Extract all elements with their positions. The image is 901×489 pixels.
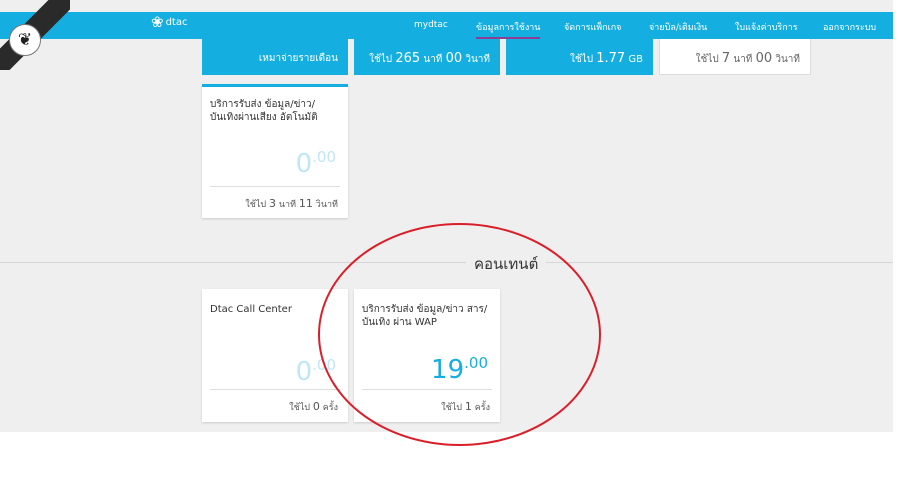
usage-seconds-unit: วินาที xyxy=(775,54,800,65)
usage-minutes-unit: นาที xyxy=(423,54,443,65)
amount-decimal: .00 xyxy=(312,356,336,374)
nav-pay-topup[interactable]: จ่ายบิล/เติมเงิน xyxy=(649,20,707,34)
usage-seconds-unit: วินาที xyxy=(315,200,338,210)
card-title: บริการรับส่ง ข้อมูล/ข่าว/บันเทิงผ่านเสีย… xyxy=(210,99,318,123)
usage-prefix: ใช้ไป xyxy=(245,200,267,210)
card-amount: 0.00 xyxy=(295,356,336,387)
usage-prefix: ใช้ไป xyxy=(369,54,393,65)
usage-minutes: 7 xyxy=(721,51,731,66)
mourning-ribbon-icon: ❦ xyxy=(17,29,33,50)
nav-logout[interactable]: ออกจากระบบ xyxy=(823,20,876,34)
voice-usage-text: ใช้ไป 265 นาที 00 วินาที xyxy=(369,51,490,67)
card-divider xyxy=(362,389,492,390)
nav-usage-info[interactable]: ข้อมูลการใช้งาน xyxy=(476,20,541,39)
other-voice-usage-text: ใช้ไป 7 นาที 00 วินาที xyxy=(696,51,800,67)
usage-minutes: 265 xyxy=(395,51,421,66)
card-divider xyxy=(210,389,340,390)
nav-invoice[interactable]: ใบแจ้งค่าบริการ xyxy=(735,20,798,34)
usage-count: 0 xyxy=(312,400,320,413)
usage-minutes-unit: นาที xyxy=(278,200,297,210)
auto-voice-info-card[interactable]: บริการรับส่ง ข้อมูล/ข่าว/บันเทิงผ่านเสีย… xyxy=(202,84,348,218)
amount-integer: 19 xyxy=(431,355,465,385)
dtac-logo[interactable]: ❀ dtac xyxy=(151,15,187,30)
mourning-badge: ❦ xyxy=(9,24,41,56)
card-usage: ใช้ไป 0 ครั้ง xyxy=(289,400,338,414)
usage-seconds: 11 xyxy=(298,197,313,210)
card-amount: 19.00 xyxy=(431,354,488,385)
usage-minutes-unit: นาที xyxy=(733,54,753,65)
card-amount: 0.00 xyxy=(295,148,336,179)
card-divider xyxy=(210,186,340,187)
amount-decimal: .00 xyxy=(464,354,488,372)
usage-count: 1 xyxy=(464,400,472,413)
usage-minutes: 3 xyxy=(269,197,277,210)
section-divider xyxy=(0,262,893,263)
call-center-card[interactable]: Dtac Call Center 0.00 ใช้ไป 0 ครั้ง xyxy=(202,289,348,422)
package-monthly-card[interactable]: เหมาจ่ายรายเดือน xyxy=(202,39,348,75)
usage-prefix: ใช้ไป xyxy=(441,403,462,413)
usage-prefix: ใช้ไป xyxy=(289,403,310,413)
usage-count-unit: ครั้ง xyxy=(474,403,490,413)
usage-seconds: 00 xyxy=(445,51,463,66)
amount-decimal: .00 xyxy=(312,148,336,166)
data-usage-text: ใช้ไป 1.77 GB xyxy=(570,51,643,67)
card-title: Dtac Call Center xyxy=(210,304,292,315)
mourning-banner: ❦ xyxy=(0,0,70,70)
usage-prefix: ใช้ไป xyxy=(570,54,594,65)
amount-integer: 0 xyxy=(295,357,313,387)
top-navbar: ❀ dtac mydtac ข้อมูลการใช้งาน จัดการแพ็ก… xyxy=(0,12,893,39)
usage-prefix: ใช้ไป xyxy=(695,54,719,65)
usage-data-amount: 1.77 xyxy=(596,51,626,66)
package-label: เหมาจ่ายรายเดือน xyxy=(258,53,338,64)
card-usage: ใช้ไป 3 นาที 11 วินาที xyxy=(245,197,338,211)
dtac-logo-icon: ❀ xyxy=(151,13,164,31)
dtac-logo-text: dtac xyxy=(165,17,188,28)
wap-content-card[interactable]: บริการรับส่ง ข้อมูล/ข่าว สาร/บันเทิง ผ่า… xyxy=(354,289,500,422)
usage-data-unit: GB xyxy=(628,54,643,65)
data-usage-card[interactable]: ใช้ไป 1.77 GB xyxy=(506,39,653,75)
section-title-content: คอนเทนต์ xyxy=(466,252,547,276)
usage-seconds: 00 xyxy=(755,51,773,66)
voice-usage-card[interactable]: ใช้ไป 265 นาที 00 วินาที xyxy=(354,39,500,75)
amount-integer: 0 xyxy=(295,149,313,179)
usage-seconds-unit: วินาที xyxy=(465,54,490,65)
nav-mydtac[interactable]: mydtac xyxy=(414,20,448,30)
card-usage: ใช้ไป 1 ครั้ง xyxy=(441,400,490,414)
nav-manage-package[interactable]: จัดการแพ็กเกจ xyxy=(564,20,621,34)
card-title: บริการรับส่ง ข้อมูล/ข่าว สาร/บันเทิง ผ่า… xyxy=(362,304,488,328)
other-voice-usage-card[interactable]: ใช้ไป 7 นาที 00 วินาที xyxy=(659,39,811,75)
usage-count-unit: ครั้ง xyxy=(322,403,338,413)
